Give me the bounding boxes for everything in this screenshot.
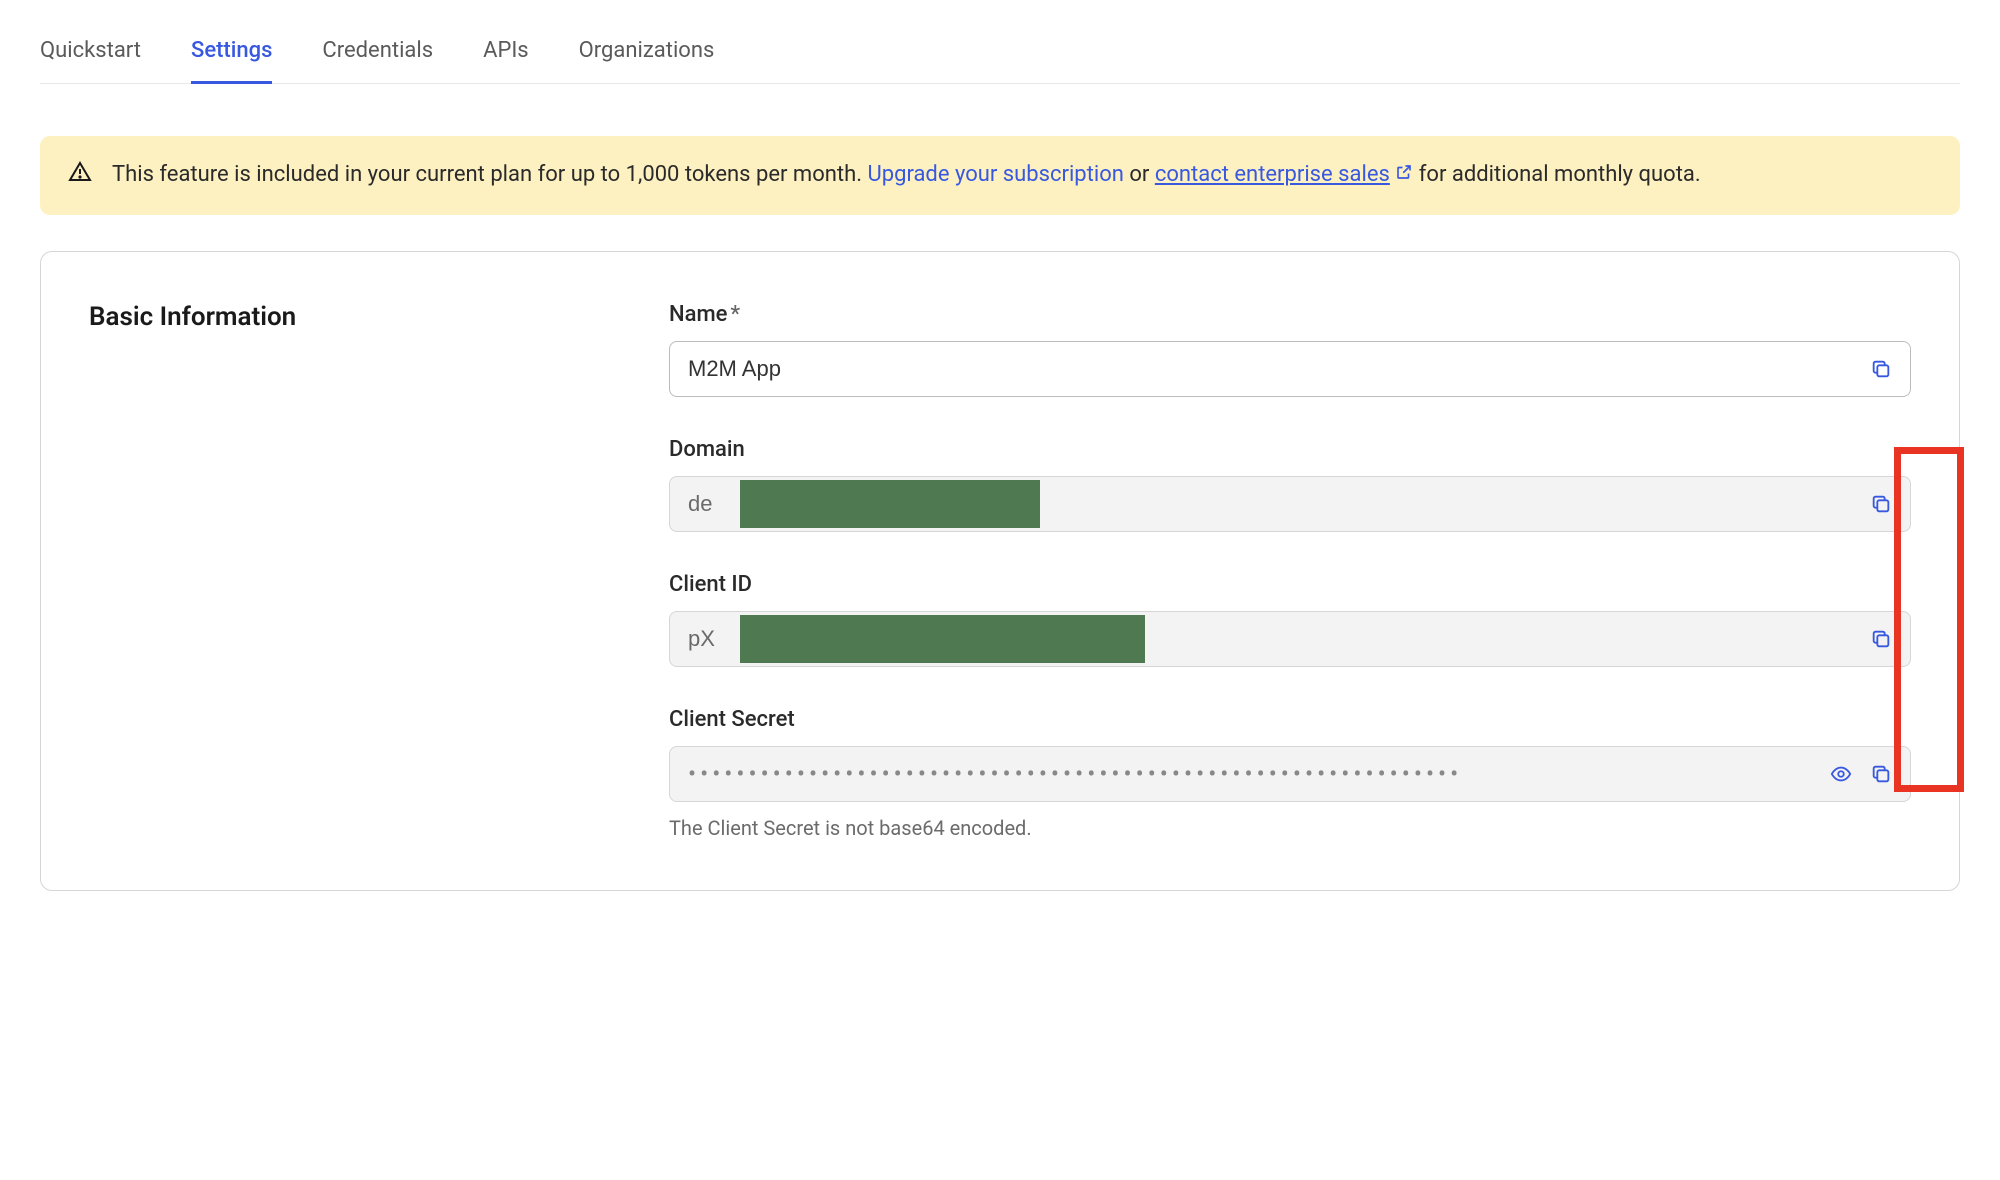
tabs-nav: Quickstart Settings Credentials APIs Org… — [40, 0, 1960, 84]
alert-text-pre: This feature is included in your current… — [112, 162, 867, 187]
domain-label: Domain — [669, 437, 1911, 462]
copy-icon[interactable] — [1870, 628, 1892, 650]
tab-organizations[interactable]: Organizations — [579, 38, 715, 83]
warning-icon — [68, 158, 92, 188]
domain-field-wrap — [669, 476, 1911, 532]
tab-settings[interactable]: Settings — [191, 38, 272, 83]
name-input[interactable] — [688, 342, 1870, 396]
redaction-block — [740, 480, 1040, 528]
client-id-label: Client ID — [669, 572, 1911, 597]
name-label: Name* — [669, 302, 1911, 327]
reveal-icon[interactable] — [1830, 763, 1852, 785]
contact-sales-link[interactable]: contact enterprise sales — [1155, 162, 1390, 187]
client-secret-group: Client Secret ••••••••••••••••••••••••••… — [669, 707, 1911, 840]
copy-icon[interactable] — [1870, 763, 1892, 785]
alert-text-post: for additional monthly quota. — [1413, 162, 1700, 187]
plan-alert: This feature is included in your current… — [40, 136, 1960, 215]
redaction-block — [740, 615, 1145, 663]
client-id-field-wrap — [669, 611, 1911, 667]
client-secret-field-wrap: ••••••••••••••••••••••••••••••••••••••••… — [669, 746, 1911, 802]
domain-group: Domain — [669, 437, 1911, 532]
basic-info-card: Basic Information Name* Domain — [40, 251, 1960, 891]
tab-credentials[interactable]: Credentials — [322, 38, 433, 83]
upgrade-subscription-link[interactable]: Upgrade your subscription — [867, 162, 1123, 187]
external-link-icon — [1395, 158, 1413, 191]
tab-apis[interactable]: APIs — [483, 38, 529, 83]
copy-icon[interactable] — [1870, 493, 1892, 515]
client-secret-label: Client Secret — [669, 707, 1911, 732]
name-label-text: Name — [669, 302, 727, 327]
name-field-wrap — [669, 341, 1911, 397]
required-marker: * — [730, 302, 740, 327]
copy-icon[interactable] — [1870, 358, 1892, 380]
client-id-group: Client ID — [669, 572, 1911, 667]
section-title: Basic Information — [89, 302, 609, 840]
client-secret-helper: The Client Secret is not base64 encoded. — [669, 816, 1911, 840]
tab-quickstart[interactable]: Quickstart — [40, 38, 141, 83]
client-secret-masked: ••••••••••••••••••••••••••••••••••••••••… — [688, 760, 1830, 788]
name-group: Name* — [669, 302, 1911, 397]
alert-text-or: or — [1124, 162, 1155, 187]
basic-info-form: Name* Domain — [669, 302, 1911, 840]
alert-text: This feature is included in your current… — [112, 158, 1701, 191]
